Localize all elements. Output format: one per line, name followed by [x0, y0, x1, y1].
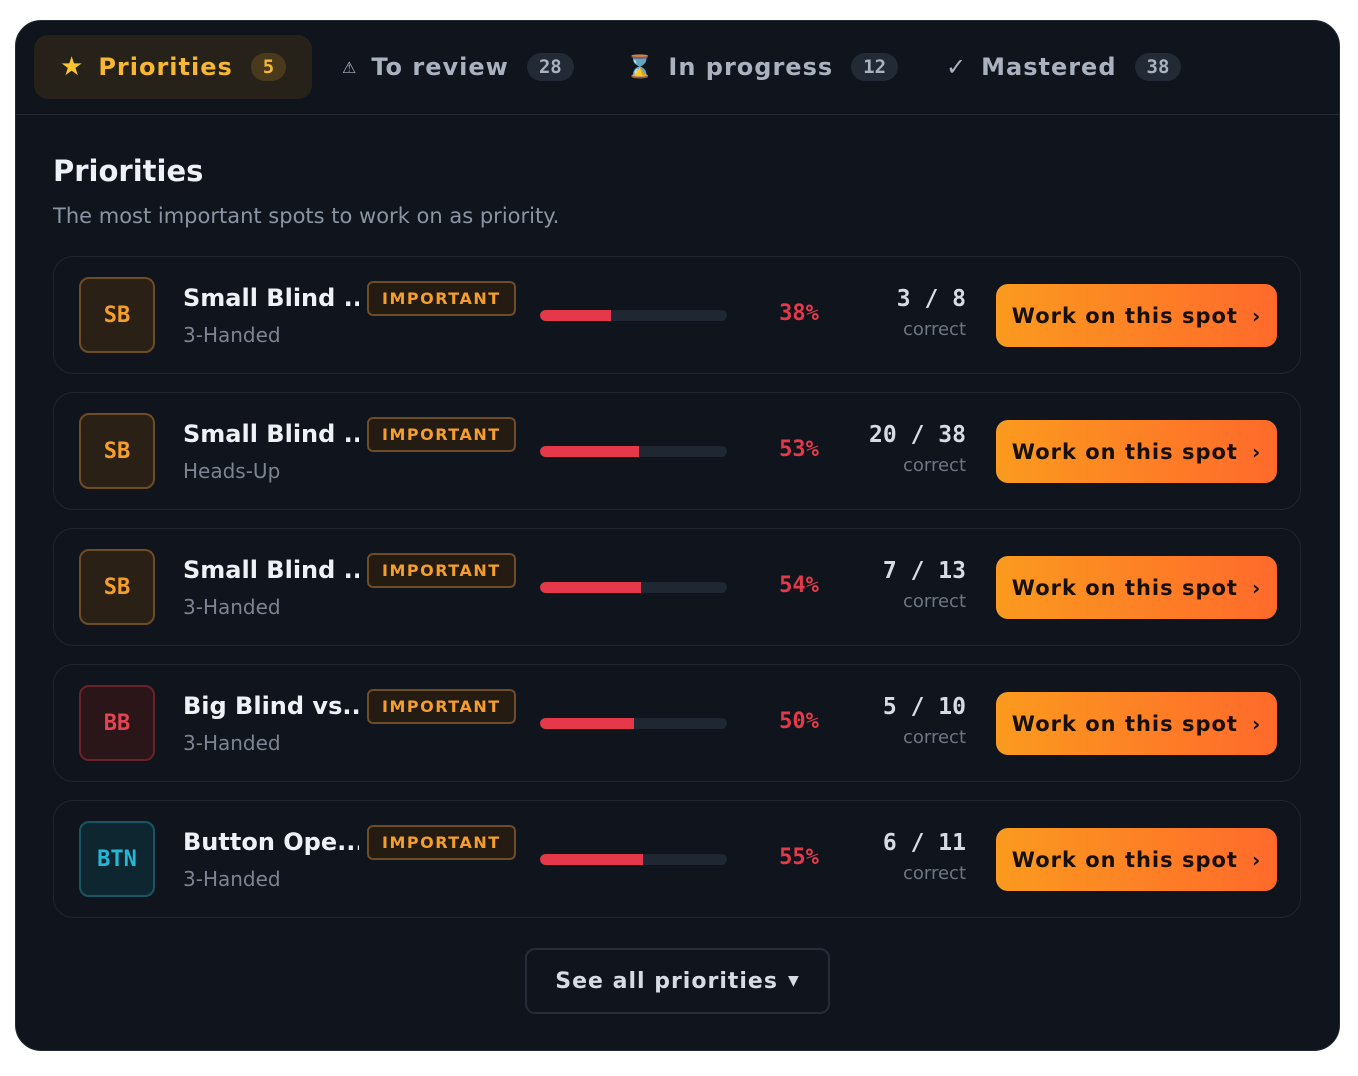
work-on-spot-button[interactable]: Work on this spot › — [996, 420, 1277, 483]
tab-bar: ★ Priorities 5 ⚠ To review 28 ⌛ In progr… — [16, 21, 1339, 115]
spot-title: Small Blind ... — [183, 284, 359, 312]
accuracy-bar-fill — [540, 718, 634, 729]
tab-count: 12 — [851, 53, 899, 81]
button-label: Work on this spot — [1011, 711, 1238, 736]
score-label: correct — [902, 863, 966, 884]
work-on-spot-button[interactable]: Work on this spot › — [996, 692, 1277, 755]
position-avatar: BTN — [79, 821, 155, 897]
tab-in-progress[interactable]: ⌛ In progress 12 — [626, 35, 899, 99]
spot-format: 3-Handed — [183, 731, 281, 755]
score-correct: 3 — [896, 286, 911, 312]
work-on-spot-button[interactable]: Work on this spot › — [996, 284, 1277, 347]
score-label: correct — [902, 591, 966, 612]
chevron-right-icon: › — [1251, 847, 1262, 872]
work-on-spot-button[interactable]: Work on this spot › — [996, 556, 1277, 619]
spot-title: Small Blind ... — [183, 556, 359, 584]
important-badge: IMPORTANT — [367, 825, 516, 860]
button-label: Work on this spot — [1011, 303, 1238, 328]
important-badge: IMPORTANT — [367, 553, 516, 588]
accuracy-bar — [540, 446, 727, 457]
spot-row: SB Small Blind ... 3-Handed IMPORTANT 54… — [53, 528, 1301, 646]
section-subtitle: The most important spots to work on as p… — [53, 204, 560, 228]
score-correct: 6 — [882, 830, 897, 856]
score-correct: 7 — [882, 558, 897, 584]
accuracy-percent: 38% — [779, 301, 819, 326]
position-avatar: SB — [79, 277, 155, 353]
priorities-panel: ★ Priorities 5 ⚠ To review 28 ⌛ In progr… — [15, 20, 1340, 1051]
accuracy-percent: 53% — [779, 437, 819, 462]
accuracy-bar — [540, 582, 727, 593]
accuracy-percent: 55% — [779, 845, 819, 870]
spot-title: Button Ope... — [183, 828, 359, 856]
important-badge: IMPORTANT — [367, 281, 516, 316]
important-badge: IMPORTANT — [367, 417, 516, 452]
accuracy-bar — [540, 718, 727, 729]
button-label: Work on this spot — [1011, 439, 1238, 464]
spot-title: Small Blind ... — [183, 420, 359, 448]
tab-mastered[interactable]: ✓ Mastered 38 — [946, 35, 1182, 99]
work-on-spot-button[interactable]: Work on this spot › — [996, 828, 1277, 891]
tab-label: To review — [371, 53, 509, 81]
position-avatar: SB — [79, 413, 155, 489]
spot-format: 3-Handed — [183, 867, 281, 891]
warning-icon: ⚠ — [342, 57, 358, 77]
accuracy-bar-fill — [540, 582, 641, 593]
spot-format: Heads-Up — [183, 459, 281, 483]
score: 3 / 8 — [896, 286, 966, 312]
tab-label: In progress — [668, 53, 834, 81]
score-total: 38 — [938, 422, 966, 448]
chevron-right-icon: › — [1251, 303, 1262, 328]
spot-format: 3-Handed — [183, 595, 281, 619]
spot-row: SB Small Blind ... Heads-Up IMPORTANT 53… — [53, 392, 1301, 510]
accuracy-percent: 54% — [779, 573, 819, 598]
accuracy-bar — [540, 854, 727, 865]
spot-format: 3-Handed — [183, 323, 281, 347]
score-total: 8 — [952, 286, 966, 312]
score-label: correct — [902, 319, 966, 340]
tab-count: 5 — [250, 53, 287, 81]
tab-to-review[interactable]: ⚠ To review 28 — [342, 35, 574, 99]
section-title: Priorities — [53, 154, 204, 188]
position-avatar: BB — [79, 685, 155, 761]
accuracy-bar-fill — [540, 854, 643, 865]
button-label: See all priorities — [555, 968, 778, 994]
accuracy-bar-fill — [540, 310, 612, 321]
tab-priorities[interactable]: ★ Priorities 5 — [34, 35, 313, 99]
chevron-right-icon: › — [1251, 575, 1262, 600]
checkmark-icon: ✓ — [946, 53, 968, 81]
accuracy-percent: 50% — [779, 709, 819, 734]
spot-row: BTN Button Ope... 3-Handed IMPORTANT 55%… — [53, 800, 1301, 918]
see-all-priorities-button[interactable]: See all priorities ▼ — [525, 948, 830, 1014]
score-label: correct — [902, 455, 966, 476]
button-label: Work on this spot — [1011, 847, 1238, 872]
score-total: 11 — [938, 830, 966, 856]
spot-title: Big Blind vs... — [183, 692, 359, 720]
spot-row: SB Small Blind ... 3-Handed IMPORTANT 38… — [53, 256, 1301, 374]
score-correct: 5 — [882, 694, 897, 720]
score-correct: 20 — [869, 422, 897, 448]
hourglass-icon: ⌛ — [626, 54, 655, 80]
tab-label: Priorities — [98, 53, 233, 81]
button-label: Work on this spot — [1011, 575, 1238, 600]
accuracy-bar-fill — [540, 446, 640, 457]
tab-label: Mastered — [981, 53, 1117, 81]
position-avatar: SB — [79, 549, 155, 625]
score-total: 13 — [938, 558, 966, 584]
score-label: correct — [902, 727, 966, 748]
score: 7 / 13 — [882, 558, 966, 584]
chevron-right-icon: › — [1251, 439, 1262, 464]
score-total: 10 — [938, 694, 966, 720]
caret-down-icon: ▼ — [787, 973, 800, 989]
important-badge: IMPORTANT — [367, 689, 516, 724]
tab-count: 38 — [1134, 53, 1182, 81]
star-icon: ★ — [60, 52, 85, 82]
score: 6 / 11 — [882, 830, 966, 856]
spot-row: BB Big Blind vs... 3-Handed IMPORTANT 50… — [53, 664, 1301, 782]
tab-count: 28 — [526, 53, 574, 81]
accuracy-bar — [540, 310, 727, 321]
score: 5 / 10 — [882, 694, 966, 720]
score: 20 / 38 — [869, 422, 966, 448]
chevron-right-icon: › — [1251, 711, 1262, 736]
